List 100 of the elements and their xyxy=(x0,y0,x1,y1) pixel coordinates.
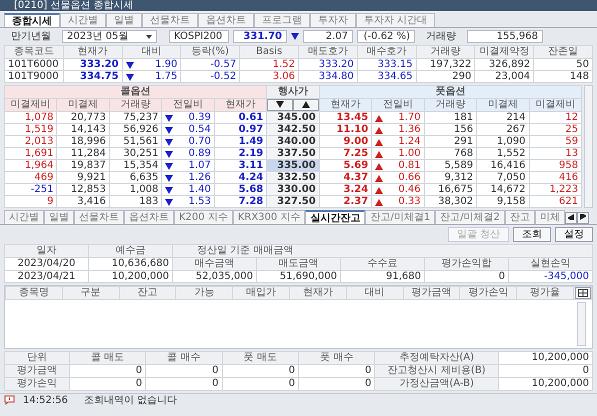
up-triangle-icon xyxy=(302,100,310,108)
message-icon xyxy=(4,395,15,405)
column-header: 현재가 xyxy=(63,46,122,58)
tab[interactable]: 시간별 xyxy=(4,210,44,224)
tab[interactable]: 잔고/미체결2 xyxy=(435,210,505,224)
row-label: 추정예탁자산(A) xyxy=(374,352,498,364)
tab[interactable]: 미체 xyxy=(534,210,565,224)
tab[interactable]: 옵션차트 xyxy=(124,210,174,224)
column-header: 풋 매도 xyxy=(222,352,298,364)
table-cell: 0 xyxy=(298,364,375,378)
column-header: 대비 xyxy=(122,46,181,58)
tab[interactable]: 일별 xyxy=(106,13,142,27)
index-value: 331.70 xyxy=(233,30,287,43)
column-header: 콜 매수 xyxy=(146,352,222,364)
column-header: 잔존일 xyxy=(534,46,592,58)
column-header: 미결제비 xyxy=(529,98,582,112)
scroll-right-button[interactable] xyxy=(576,212,589,224)
sort-button[interactable] xyxy=(268,100,293,110)
status-message: 조회내역이 없습니다 xyxy=(84,394,178,406)
table-cell: 10,200,000 xyxy=(498,378,592,390)
table-cell: 0 xyxy=(146,364,222,378)
column-header: 현재가 xyxy=(289,286,346,300)
column-header: 행사가 xyxy=(266,86,320,98)
index-change-percent: (-0.62 %) xyxy=(357,30,415,43)
action-button[interactable]: 설정 xyxy=(555,227,593,242)
column-header: 잔고 xyxy=(119,286,176,300)
down-triangle-icon xyxy=(276,100,284,108)
tab[interactable]: 투자자 xyxy=(310,13,356,27)
column-header: 거래량 xyxy=(416,46,475,58)
scroll-left-button[interactable] xyxy=(564,212,577,224)
grid-settings-button[interactable] xyxy=(574,288,590,299)
column-header: 가능 xyxy=(176,286,233,300)
tab[interactable]: 선물차트 xyxy=(142,13,198,27)
table-cell: 10,636,680 xyxy=(88,258,172,270)
row-label: 평가손익 xyxy=(4,378,70,390)
column-header: 대비 xyxy=(346,286,404,300)
right-triangle-icon xyxy=(580,214,586,220)
tab[interactable]: 옵션차트 xyxy=(198,13,254,27)
column-header: 등락(%) xyxy=(180,46,240,58)
window-title: [0210] 선물옵션 종합시세 xyxy=(0,0,597,11)
column-header: 단위 xyxy=(4,352,70,364)
action-button[interactable]: 조회 xyxy=(513,227,551,242)
tab[interactable]: KRX300 지수 xyxy=(232,210,306,224)
column-header: 콜 매도 xyxy=(69,352,146,364)
field-label: 만기년월 xyxy=(10,31,52,42)
column-header: 평가금액 xyxy=(403,286,460,300)
table-cell: 0 xyxy=(146,378,222,390)
table-cell: 0 xyxy=(498,364,592,378)
tab[interactable]: 종합시세 xyxy=(4,13,60,27)
column-header: 평가율 xyxy=(516,286,574,300)
tab[interactable]: 투자자 시간대 xyxy=(356,13,436,27)
table-cell: 10,200,000 xyxy=(498,352,592,364)
tab[interactable]: 잔고 xyxy=(504,210,535,224)
column-header: 매도금액 xyxy=(256,258,340,270)
table-cell: 0 xyxy=(69,364,146,378)
column-header: 예수금 xyxy=(88,244,172,258)
column-header: 거래량 xyxy=(109,98,162,112)
column-header: 풋 매수 xyxy=(298,352,375,364)
table-cell: 0 xyxy=(298,378,375,390)
column-header: 수수료 xyxy=(340,258,424,270)
volume-value: 155,968 xyxy=(467,30,543,43)
column-header: 미결제 xyxy=(56,98,110,112)
tab[interactable]: 선물차트 xyxy=(74,210,124,224)
scrollbar[interactable] xyxy=(577,302,586,346)
index-label: KOSPI200 xyxy=(169,30,229,43)
left-triangle-icon xyxy=(568,214,574,220)
sort-button[interactable] xyxy=(293,100,318,110)
row-label: 가정산금액(A-B) xyxy=(374,378,498,390)
column-header: 일자 xyxy=(4,244,88,258)
column-header: 미결제비 xyxy=(4,98,57,112)
column-header: 평가손익합 xyxy=(424,258,508,270)
tab[interactable]: 실시간잔고 xyxy=(305,210,366,224)
column-header: 종목명 xyxy=(6,286,62,300)
column-header: 전일비 xyxy=(162,98,214,112)
tab[interactable]: 시간별 xyxy=(60,13,106,27)
column-header: 매도호가 xyxy=(298,46,358,58)
row-label: 잔고청산시 제비용(B) xyxy=(374,364,498,378)
index-change: 2.07 xyxy=(303,30,353,43)
column-header: 미결제 xyxy=(476,98,530,112)
column-header: 종목코드 xyxy=(4,46,64,58)
status-time: 14:52:56 xyxy=(23,394,68,406)
column-header: 전일비 xyxy=(372,98,424,112)
tab[interactable]: 일별 xyxy=(44,210,74,224)
section-header: 풋옵션 xyxy=(319,86,582,98)
section-header: 콜옵션 xyxy=(4,86,267,98)
table-cell: 0 xyxy=(222,378,298,390)
tab[interactable]: K200 지수 xyxy=(174,210,233,224)
column-header: 평가손익 xyxy=(460,286,517,300)
column-header: 매수금액 xyxy=(172,258,256,270)
expiry-select[interactable]: 2023년 05월 xyxy=(62,30,157,43)
column-header: 현재가 xyxy=(319,98,372,112)
grid-icon xyxy=(578,288,588,297)
section-header: 정산일 기준 매매금액 xyxy=(172,244,592,258)
table-cell: 0 xyxy=(69,378,146,390)
table-cell: 1.75 xyxy=(155,72,178,82)
scrollbar[interactable] xyxy=(584,85,593,208)
column-header: 현재가 xyxy=(214,98,267,112)
tab[interactable]: 잔고/미체결1 xyxy=(365,210,436,224)
table-cell: 2023/04/20 xyxy=(4,258,88,270)
tab[interactable]: 프로그램 xyxy=(254,13,310,27)
